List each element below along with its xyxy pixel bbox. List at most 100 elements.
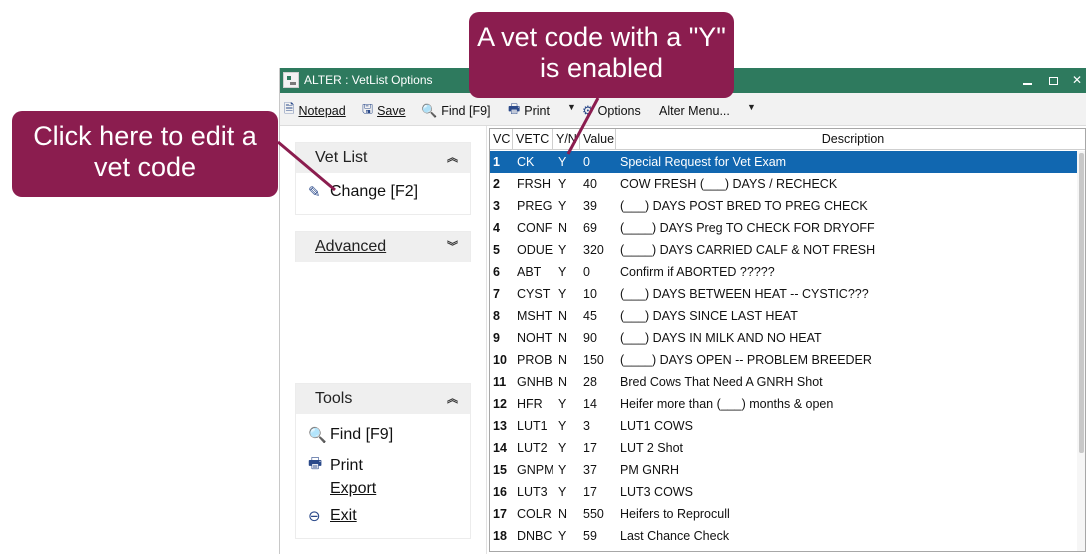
- grid-header: VC VETC Y/N Value Description: [490, 129, 1085, 150]
- table-row[interactable]: 17 COLR N 550 Heifers to Reprocull: [490, 503, 1079, 525]
- scrollbar-thumb[interactable]: [1079, 153, 1084, 453]
- table-row[interactable]: 3 PREG Y 39 (___) DAYS POST BRED TO PREG CHE…: [490, 195, 1079, 217]
- tools-export-button[interactable]: Export: [308, 480, 376, 498]
- vc-cell: 11: [493, 375, 507, 389]
- table-row[interactable]: 10 PROB N 150 (____) DAYS OPEN -- PROBLEM BR…: [490, 349, 1079, 371]
- value-cell: 10: [583, 287, 597, 301]
- tools-header[interactable]: Tools ︽: [296, 384, 470, 414]
- notepad-icon: 🗎: [284, 101, 295, 116]
- yn-cell: Y: [558, 529, 567, 543]
- alter-menu-dropdown-caret-icon[interactable]: ▼: [747, 102, 756, 112]
- exit-icon: ⊖: [308, 508, 321, 525]
- vertical-scrollbar[interactable]: [1077, 151, 1085, 551]
- description-cell: LUT3 COWS: [620, 485, 693, 499]
- callout-vet-code-enabled: A vet code with a "Y" is enabled: [469, 12, 734, 98]
- tools-section: Tools ︽ 🔍 Find [F9] 🖶 Print Export ⊖ Exi…: [295, 383, 471, 539]
- table-row[interactable]: 9 NOHT N 90 (___) DAYS IN MILK AND NO HEAT: [490, 327, 1079, 349]
- value-cell: 90: [583, 331, 597, 345]
- vetc-cell: ABT: [517, 265, 542, 279]
- vetlist-options-window: ALTER : VetList Options ✕ 🗎 Notepad 🖫 Sa…: [279, 68, 1086, 554]
- maximize-icon: [1048, 76, 1058, 85]
- value-cell: 320: [583, 243, 604, 257]
- description-cell: (___) DAYS IN MILK AND NO HEAT: [620, 331, 822, 345]
- vc-cell: 15: [493, 463, 507, 477]
- table-row[interactable]: 14 LUT2 Y 17 LUT 2 Shot: [490, 437, 1079, 459]
- table-row[interactable]: 15 GNPM Y 37 PM GNRH: [490, 459, 1079, 481]
- yn-cell: Y: [558, 485, 567, 499]
- save-button[interactable]: 🖫 Save: [362, 101, 406, 120]
- vetc-cell: LUT1: [517, 419, 548, 433]
- print-dropdown-caret-icon[interactable]: ▼: [567, 102, 576, 112]
- column-header-vc[interactable]: VC: [490, 129, 513, 150]
- table-row[interactable]: 13 LUT1 Y 3 LUT1 COWS: [490, 415, 1079, 437]
- table-row[interactable]: 1 CK Y 0 Special Request for Vet Exam: [490, 151, 1079, 173]
- column-header-vetc[interactable]: VETC: [513, 129, 553, 150]
- print-label: Print: [524, 104, 550, 118]
- column-header-description[interactable]: Description: [616, 129, 1085, 150]
- table-row[interactable]: 12 HFR Y 14 Heifer more than (___) months & …: [490, 393, 1079, 415]
- maximize-button[interactable]: [1040, 68, 1066, 93]
- vc-cell: 12: [493, 397, 507, 411]
- table-row[interactable]: 6 ABT Y 0 Confirm if ABORTED ?????: [490, 261, 1079, 283]
- vc-cell: 8: [493, 309, 500, 323]
- chevron-up-icon[interactable]: ︽: [447, 390, 458, 406]
- column-header-yn[interactable]: Y/N: [553, 129, 580, 150]
- vet-list-title: Vet List: [315, 149, 368, 166]
- print-button[interactable]: 🖶 Print: [508, 101, 550, 120]
- yn-cell: Y: [558, 177, 567, 191]
- value-cell: 550: [583, 507, 604, 521]
- advanced-header[interactable]: Advanced ︾: [296, 232, 470, 262]
- minimize-icon: [1022, 82, 1032, 85]
- chevron-down-icon[interactable]: ︾: [447, 238, 458, 254]
- yn-cell: Y: [558, 155, 567, 169]
- vetc-cell: CK: [517, 155, 535, 169]
- vc-cell: 10: [493, 353, 507, 367]
- vetc-cell: CYST: [517, 287, 551, 301]
- table-row[interactable]: 4 CONF N 69 (____) DAYS Preg TO CHECK FOR DR…: [490, 217, 1079, 239]
- print-icon: 🖶: [508, 101, 521, 116]
- minimize-button[interactable]: [1014, 68, 1040, 93]
- description-cell: Confirm if ABORTED ?????: [620, 265, 775, 279]
- table-row[interactable]: 18 DNBC Y 59 Last Chance Check: [490, 525, 1079, 547]
- value-cell: 14: [583, 397, 597, 411]
- advanced-title: Advanced: [315, 238, 387, 255]
- description-cell: Bred Cows That Need A GNRH Shot: [620, 375, 823, 389]
- table-row[interactable]: 2 FRSH Y 40 COW FRESH (___) DAYS / RECHECK: [490, 173, 1079, 195]
- table-row[interactable]: 16 LUT3 Y 17 LUT3 COWS: [490, 481, 1079, 503]
- value-cell: 40: [583, 177, 597, 191]
- vet-list-header[interactable]: Vet List ︽: [296, 143, 470, 173]
- notepad-button[interactable]: 🗎 Notepad: [284, 101, 346, 120]
- alter-menu-button[interactable]: Alter Menu...: [659, 102, 730, 120]
- tools-print-button[interactable]: 🖶 Print: [308, 453, 363, 478]
- table-row[interactable]: 7 CYST Y 10 (___) DAYS BETWEEN HEAT -- CYSTI…: [490, 283, 1079, 305]
- value-cell: 0: [583, 155, 590, 169]
- find-icon: 🔍: [421, 103, 438, 118]
- find-button[interactable]: 🔍 Find [F9]: [421, 102, 491, 120]
- vc-cell: 9: [493, 331, 500, 345]
- vc-cell: 18: [493, 529, 507, 543]
- yn-cell: N: [558, 331, 568, 345]
- change-pencil-icon: ✎: [308, 184, 321, 201]
- options-button[interactable]: ⚙ Options: [582, 102, 641, 120]
- vetc-cell: ODUE: [517, 243, 553, 257]
- vetc-cell: HFR: [517, 397, 543, 411]
- notepad-label: Notepad: [298, 104, 346, 118]
- table-row[interactable]: 11 GNHB N 28 Bred Cows That Need A GNRH Shot: [490, 371, 1079, 393]
- table-row[interactable]: 5 ODUE Y 320 (____) DAYS CARRIED CALF & NOT …: [490, 239, 1079, 261]
- tools-find-button[interactable]: 🔍 Find [F9]: [308, 426, 393, 444]
- table-row[interactable]: 8 MSHT N 45 (___) DAYS SINCE LAST HEAT: [490, 305, 1079, 327]
- column-header-value[interactable]: Value: [580, 129, 616, 150]
- yn-cell: Y: [558, 287, 567, 301]
- description-cell: LUT 2 Shot: [620, 441, 684, 455]
- window-title: ALTER : VetList Options: [304, 73, 433, 87]
- grid-rows: 1 CK Y 0 Special Request for Vet Exam 2 FRSH Y 4…: [490, 151, 1079, 547]
- tools-exit-button[interactable]: ⊖ Exit: [308, 507, 357, 525]
- vet-list-section: Vet List ︽ ✎ Change [F2]: [295, 142, 471, 215]
- value-cell: 59: [583, 529, 597, 543]
- change-button[interactable]: ✎ Change [F2]: [308, 183, 418, 201]
- value-cell: 17: [583, 441, 597, 455]
- chevron-up-icon[interactable]: ︽: [447, 149, 458, 165]
- advanced-section: Advanced ︾: [295, 231, 471, 262]
- close-button[interactable]: ✕: [1064, 68, 1086, 93]
- vetc-cell: DNBC: [517, 529, 553, 543]
